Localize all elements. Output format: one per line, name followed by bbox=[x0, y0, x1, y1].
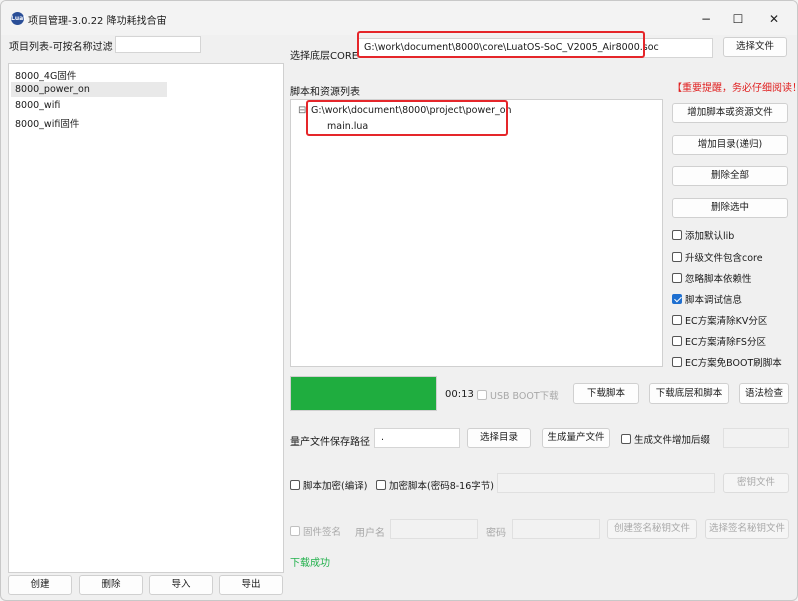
select-sign-key-button[interactable]: 选择签名秘钥文件 bbox=[705, 519, 789, 539]
option-label: EC方案清除KV分区 bbox=[685, 316, 768, 327]
select-directory-button[interactable]: 选择目录 bbox=[467, 428, 531, 448]
window-title: 项目管理-3.0.22 降功耗找合宙 bbox=[28, 16, 167, 27]
script-list-label: 脚本和资源列表 bbox=[290, 87, 360, 98]
username-input[interactable] bbox=[390, 519, 478, 539]
encrypt-compile-checkbox[interactable]: 脚本加密(编译) bbox=[290, 478, 367, 492]
project-filter-input[interactable] bbox=[115, 36, 201, 53]
generate-production-button[interactable]: 生成量产文件 bbox=[542, 428, 610, 448]
option-label: 加密脚本(密码8-16字节) bbox=[389, 481, 494, 492]
option-clear-fs[interactable]: EC方案清除FS分区 bbox=[672, 334, 766, 348]
checkbox-icon[interactable] bbox=[477, 390, 487, 400]
password-input[interactable] bbox=[512, 519, 600, 539]
checkbox-icon[interactable] bbox=[376, 480, 386, 490]
add-suffix-checkbox[interactable]: 生成文件增加后缀 bbox=[621, 432, 710, 446]
elapsed-time: 00:13 bbox=[445, 389, 474, 400]
username-label: 用户名 bbox=[355, 528, 385, 539]
script-tree-highlight bbox=[306, 100, 508, 136]
important-warning-link[interactable]: 【重要提醒，务必仔细阅读！】 bbox=[672, 79, 797, 94]
firmware-sign-checkbox[interactable]: 固件签名 bbox=[290, 524, 341, 538]
script-tree: ⊟ G:\work\document\8000\project\power_on… bbox=[290, 99, 663, 367]
app-window: Luat 项目管理-3.0.22 降功耗找合宙 − ☐ ✕ 项目列表-可按名称过… bbox=[0, 0, 798, 601]
add-script-button[interactable]: 增加脚本或资源文件 bbox=[672, 103, 788, 123]
project-list-item[interactable]: 8000_wifi固件 bbox=[15, 116, 79, 130]
suffix-input[interactable] bbox=[723, 428, 789, 448]
create-sign-key-button[interactable]: 创建签名秘钥文件 bbox=[607, 519, 697, 539]
option-label: USB BOOT下载 bbox=[490, 391, 559, 402]
download-script-button[interactable]: 下载脚本 bbox=[573, 383, 639, 404]
maximize-button[interactable]: ☐ bbox=[723, 9, 753, 29]
title-bar: Luat 项目管理-3.0.22 降功耗找合宙 − ☐ ✕ bbox=[1, 1, 797, 35]
delete-selected-button[interactable]: 删除选中 bbox=[672, 198, 788, 218]
checkbox-icon[interactable] bbox=[672, 315, 682, 325]
option-label: 生成文件增加后缀 bbox=[634, 435, 711, 446]
checkbox-icon[interactable] bbox=[621, 434, 631, 444]
password-label: 密码 bbox=[486, 528, 506, 539]
project-filter-label: 项目列表-可按名称过滤 bbox=[9, 42, 113, 53]
create-project-button[interactable]: 创建 bbox=[8, 575, 72, 595]
project-list-item[interactable]: 8000_4G固件 bbox=[15, 68, 76, 82]
app-logo-icon: Luat bbox=[11, 12, 26, 25]
core-path-highlight bbox=[357, 31, 645, 58]
checkbox-icon[interactable] bbox=[672, 273, 682, 283]
option-no-boot[interactable]: EC方案免BOOT刷脚本 bbox=[672, 355, 782, 369]
option-label: 添加默认lib bbox=[685, 231, 735, 242]
checkbox-icon[interactable] bbox=[290, 526, 300, 536]
option-label: 脚本调试信息 bbox=[685, 295, 743, 306]
select-core-file-button[interactable]: 选择文件 bbox=[723, 37, 787, 57]
encryption-key-input[interactable] bbox=[497, 473, 715, 493]
option-label: 升级文件包含core bbox=[685, 253, 763, 264]
export-project-button[interactable]: 导出 bbox=[219, 575, 283, 595]
import-project-button[interactable]: 导入 bbox=[149, 575, 213, 595]
option-label: 忽略脚本依赖性 bbox=[685, 274, 752, 285]
progress-fill bbox=[291, 377, 436, 410]
checkbox-icon[interactable] bbox=[672, 357, 682, 367]
download-core-script-button[interactable]: 下载底层和脚本 bbox=[649, 383, 729, 404]
project-list-item[interactable]: 8000_wifi bbox=[15, 100, 60, 111]
syntax-check-button[interactable]: 语法检查 bbox=[739, 383, 789, 404]
option-label: 脚本加密(编译) bbox=[303, 481, 368, 492]
status-text: 下载成功 bbox=[290, 558, 330, 569]
project-list: 8000_4G固件 8000_power_on 8000_wifi 8000_w… bbox=[8, 63, 284, 573]
option-include-core[interactable]: 升级文件包含core bbox=[672, 250, 763, 264]
add-directory-button[interactable]: 增加目录(递归) bbox=[672, 135, 788, 155]
option-label: EC方案清除FS分区 bbox=[685, 337, 766, 348]
option-label: EC方案免BOOT刷脚本 bbox=[685, 358, 782, 369]
checkbox-checked-icon[interactable] bbox=[672, 294, 682, 304]
checkbox-icon[interactable] bbox=[672, 230, 682, 240]
delete-all-button[interactable]: 删除全部 bbox=[672, 166, 788, 186]
checkbox-icon[interactable] bbox=[672, 252, 682, 262]
production-path-input[interactable]: . bbox=[374, 428, 460, 448]
option-debug-info[interactable]: 脚本调试信息 bbox=[672, 292, 742, 306]
minimize-button[interactable]: − bbox=[691, 9, 721, 29]
option-add-default-lib[interactable]: 添加默认lib bbox=[672, 228, 734, 242]
delete-project-button[interactable]: 删除 bbox=[79, 575, 143, 595]
project-list-item-selected[interactable]: 8000_power_on bbox=[15, 84, 90, 95]
option-ignore-dependency[interactable]: 忽略脚本依赖性 bbox=[672, 271, 752, 285]
production-path-label: 量产文件保存路径 bbox=[290, 437, 370, 448]
key-file-button[interactable]: 密钥文件 bbox=[723, 473, 789, 493]
usb-boot-checkbox[interactable]: USB BOOT下载 bbox=[477, 388, 559, 402]
core-label: 选择底层CORE bbox=[290, 51, 359, 62]
download-progress-bar bbox=[290, 376, 437, 411]
checkbox-icon[interactable] bbox=[672, 336, 682, 346]
option-clear-kv[interactable]: EC方案清除KV分区 bbox=[672, 313, 767, 327]
checkbox-icon[interactable] bbox=[290, 480, 300, 490]
encrypt-key-checkbox[interactable]: 加密脚本(密码8-16字节) bbox=[376, 478, 494, 492]
option-label: 固件签名 bbox=[303, 527, 342, 538]
close-button[interactable]: ✕ bbox=[759, 9, 789, 29]
